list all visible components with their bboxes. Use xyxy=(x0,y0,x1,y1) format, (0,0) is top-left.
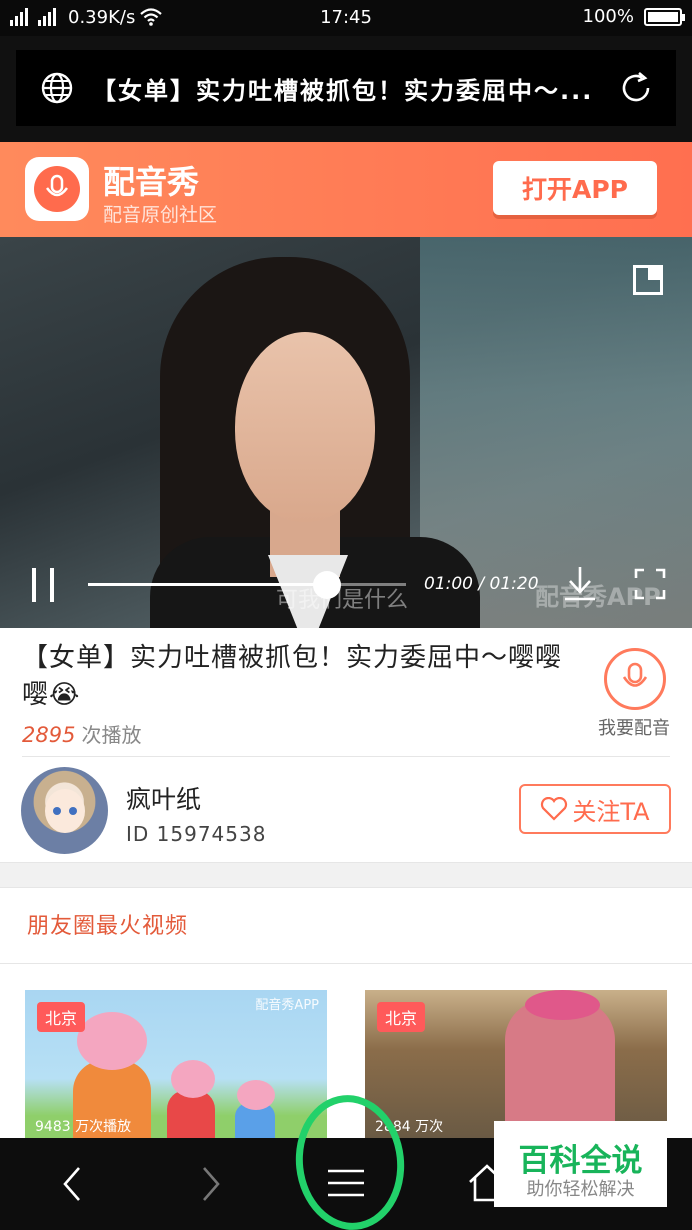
location-tag: 北京 xyxy=(37,1002,86,1032)
avatar[interactable] xyxy=(21,767,108,854)
dub-label[interactable]: 我要配音 xyxy=(598,714,670,740)
user-id: ID 15974538 xyxy=(126,822,267,846)
status-right: 100% xyxy=(582,6,685,27)
video-frame-face xyxy=(235,332,375,522)
forward-icon[interactable] xyxy=(192,1164,228,1204)
app-name: 配音秀 xyxy=(103,163,200,201)
card-watermark: 配音秀APP xyxy=(255,998,319,1013)
microphone-icon xyxy=(622,662,648,687)
video-title: 【女单】实力吐槽被抓包！实力委屈中～嘤嘤嘤😭 xyxy=(22,643,563,710)
heart-icon xyxy=(541,797,568,821)
location-tag: 北京 xyxy=(377,1002,426,1032)
globe-icon[interactable] xyxy=(40,71,74,105)
reload-icon[interactable] xyxy=(618,70,654,106)
video-card[interactable]: 北京 2884 万次 xyxy=(365,990,667,1138)
badge-title: 百科全说 xyxy=(518,1143,643,1179)
battery-icon xyxy=(644,7,685,26)
open-app-button[interactable]: 打开APP xyxy=(493,161,657,215)
battery-fill xyxy=(648,11,678,22)
microphone-icon xyxy=(45,174,69,197)
app-logo xyxy=(25,157,89,221)
download-icon[interactable] xyxy=(562,565,598,603)
dub-button[interactable] xyxy=(604,648,666,710)
card-image xyxy=(505,1000,615,1138)
progress-knob[interactable] xyxy=(312,571,341,599)
play-count-suffix: 次播放 xyxy=(81,723,142,747)
play-count: 2895 次播放 xyxy=(22,719,141,748)
video-card[interactable]: 北京 配音秀APP 9483 万次播放 xyxy=(25,990,327,1138)
peppa-image xyxy=(77,1012,147,1070)
card-caption: 9483 万次播放 xyxy=(35,1119,132,1135)
video-subtitle: 可我们是什么 xyxy=(276,588,409,613)
video-player[interactable]: 可我们是什么 配音秀APP 01:00 / 01:20 xyxy=(0,237,692,628)
browser-header: 【女单】实力吐槽被抓包！实力委屈中～... xyxy=(0,36,692,142)
battery-percent: 100% xyxy=(582,6,634,27)
progress-fill xyxy=(88,583,327,586)
fullscreen-icon[interactable] xyxy=(634,568,666,600)
app-subtitle: 配音原创社区 xyxy=(103,204,218,226)
back-icon[interactable] xyxy=(55,1164,91,1204)
divider xyxy=(0,963,692,964)
pause-icon[interactable] xyxy=(30,568,56,602)
page: 0.39K/s 17:45 100% 【女单】实力吐槽被抓包！实力委屈中～...… xyxy=(0,0,692,1230)
address-bar[interactable]: 【女单】实力吐槽被抓包！实力委屈中～... xyxy=(16,50,676,126)
badge-subtitle: 助你轻松解决 xyxy=(526,1179,635,1200)
video-time: 01:00 / 01:20 xyxy=(424,574,539,594)
section-title: 朋友圈最火视频 xyxy=(27,914,189,939)
play-count-number: 2895 xyxy=(22,723,76,747)
divider xyxy=(22,756,670,757)
progress-bar[interactable] xyxy=(88,571,406,599)
section-gap xyxy=(0,862,692,888)
user-name[interactable]: 疯叶纸 xyxy=(126,780,201,816)
watermark-badge: 百科全说 助你轻松解决 xyxy=(494,1121,667,1207)
follow-label: 关注TA xyxy=(572,797,650,826)
status-bar: 0.39K/s 17:45 100% xyxy=(0,0,692,36)
page-title[interactable]: 【女单】实力吐槽被抓包！实力委屈中～... xyxy=(92,71,604,106)
pip-icon[interactable] xyxy=(633,265,663,295)
app-banner: 配音秀 配音原创社区 打开APP xyxy=(0,142,692,237)
follow-button[interactable]: 关注TA xyxy=(519,784,671,834)
